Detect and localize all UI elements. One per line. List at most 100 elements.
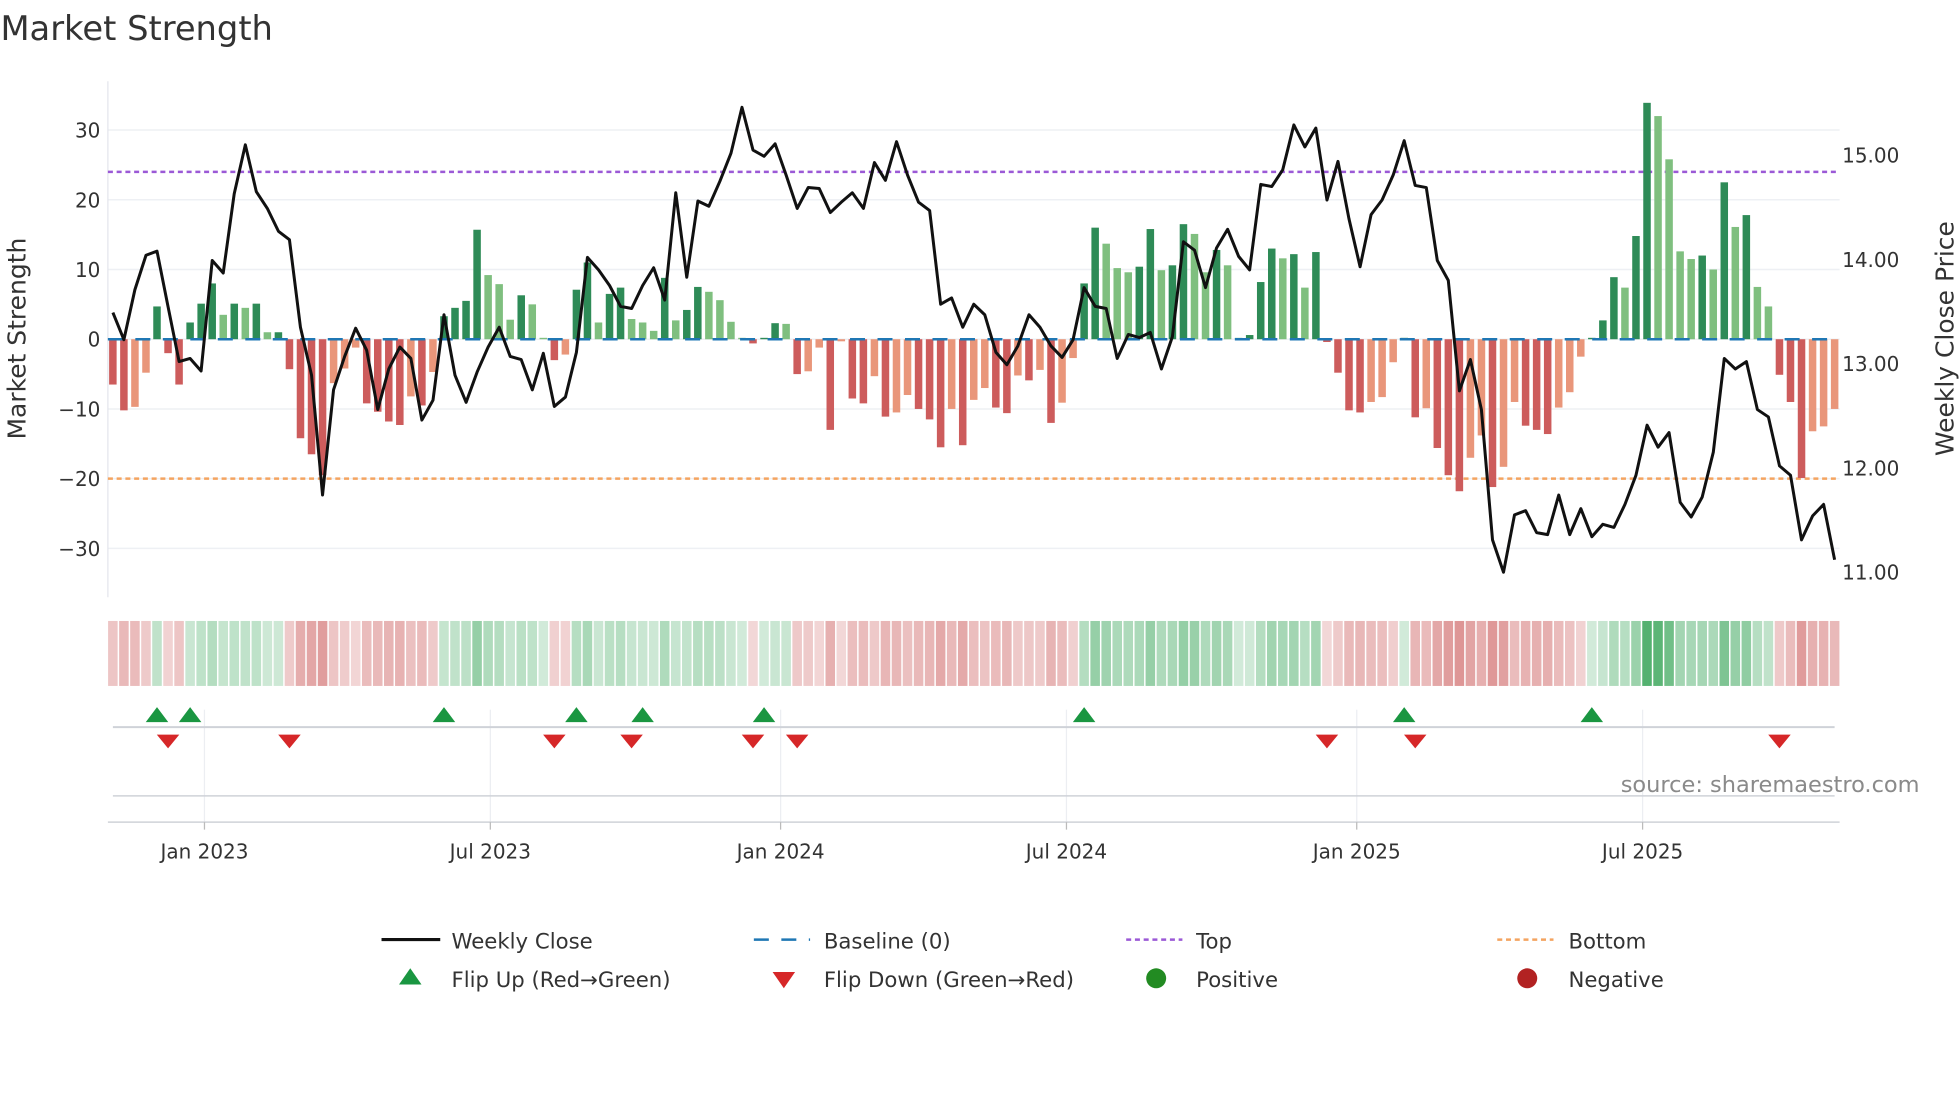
strength-bar-negative xyxy=(429,339,437,372)
strip-cell xyxy=(792,620,802,686)
strength-bar-positive xyxy=(186,322,194,340)
flip-down-marker xyxy=(1403,734,1427,749)
strength-bar-positive xyxy=(1764,306,1773,340)
strip-cell xyxy=(428,620,438,686)
strength-bar-positive xyxy=(484,275,492,340)
strength-bar-negative xyxy=(1047,339,1055,423)
flip-up-marker xyxy=(178,707,202,723)
flip-down-marker xyxy=(156,734,180,749)
strength-bar-positive xyxy=(1256,282,1265,340)
strength-bar-positive xyxy=(1268,248,1276,340)
strip-cell xyxy=(339,620,350,686)
strip-cell xyxy=(1818,620,1829,686)
strength-bar-negative xyxy=(1378,339,1386,398)
strip-cell xyxy=(1222,620,1233,686)
left-axis-ticks: 30 20 10 0 −10 −20 −30 xyxy=(58,119,100,561)
flip-up-marker xyxy=(1392,707,1416,723)
strip-cell xyxy=(207,620,217,686)
flip-up-marker xyxy=(1072,707,1096,723)
strip-cell xyxy=(130,620,140,686)
strength-bar-negative xyxy=(1466,339,1475,458)
strength-bar-positive xyxy=(1279,258,1287,340)
strength-bar-positive xyxy=(1113,268,1121,340)
strength-bar-positive xyxy=(1720,182,1729,340)
strip-cell xyxy=(1785,620,1796,686)
strength-bar-negative xyxy=(561,339,570,355)
strip-cell xyxy=(902,620,913,686)
strength-bar-positive xyxy=(1146,229,1155,340)
strip-cell xyxy=(1609,620,1619,686)
flip-up-marker xyxy=(631,707,654,723)
strength-bar-negative xyxy=(859,339,868,404)
strip-cell xyxy=(814,620,825,686)
strength-bar-positive xyxy=(451,307,459,340)
strip-cell xyxy=(1553,620,1564,686)
strip-cell xyxy=(1443,620,1454,686)
left-axis-label: Market Strength xyxy=(2,238,31,440)
strength-bar-negative xyxy=(1775,339,1784,375)
strip-cell xyxy=(527,620,538,686)
strip-cell xyxy=(1189,620,1200,686)
strength-bar-positive xyxy=(638,322,647,340)
strength-heat-strip xyxy=(108,620,1840,686)
strength-bar-positive xyxy=(1312,252,1320,340)
strength-bar-negative xyxy=(351,339,360,348)
strip-cell xyxy=(1730,620,1741,686)
x-tick-label: Jan 2023 xyxy=(158,839,248,863)
legend-flip-down-label: Flip Down (Green→Red) xyxy=(824,968,1074,993)
strip-cell xyxy=(1410,620,1421,686)
strength-bar-negative xyxy=(1797,339,1806,478)
strip-cell xyxy=(825,620,836,686)
strip-cell xyxy=(582,620,593,686)
strip-cell xyxy=(384,620,394,686)
strip-cell xyxy=(1388,620,1398,686)
strip-cell xyxy=(1664,620,1674,686)
flip-down-marker xyxy=(620,734,643,749)
strip-cell xyxy=(1013,620,1023,686)
strip-cell xyxy=(1642,620,1652,686)
strength-bar-negative xyxy=(1566,339,1574,393)
strip-cell xyxy=(395,620,405,686)
strip-cell xyxy=(1145,620,1156,686)
legend-positive-label: Positive xyxy=(1196,968,1278,993)
strip-cell xyxy=(1134,620,1145,686)
right-axis-ticks: 15.00 14.00 13.00 12.00 11.00 xyxy=(1842,144,1899,585)
strip-cell xyxy=(1123,620,1134,686)
strength-bar-negative xyxy=(164,339,172,354)
strip-cell xyxy=(1587,620,1597,686)
strength-bar-positive xyxy=(1632,236,1640,340)
strength-bar-positive xyxy=(727,321,735,340)
strength-bar-positive xyxy=(1731,226,1740,340)
strength-bar-negative xyxy=(804,339,812,372)
strip-cell xyxy=(1719,620,1730,686)
strength-bar-negative xyxy=(981,339,989,389)
strip-cell xyxy=(1796,620,1807,686)
strip-cell xyxy=(1399,620,1409,686)
strip-cell xyxy=(869,620,880,686)
strip-cell xyxy=(1520,620,1531,686)
legend: Weekly Close Baseline (0) Top Bottom Fli… xyxy=(381,929,1664,993)
strip-cell xyxy=(980,620,990,686)
strip-cell xyxy=(494,620,504,686)
strip-cell xyxy=(549,620,560,686)
y-tick-label: −20 xyxy=(58,467,100,491)
strength-bar-negative xyxy=(1025,339,1033,381)
strip-cell xyxy=(1300,620,1310,686)
strip-cell xyxy=(108,620,118,686)
flip-down-marker xyxy=(543,734,566,749)
strip-cell xyxy=(737,620,747,686)
strength-bar-positive xyxy=(1290,254,1298,340)
strip-cell xyxy=(1774,620,1785,686)
strip-cell xyxy=(748,620,758,686)
strip-cell xyxy=(946,620,957,686)
strip-cell xyxy=(1057,620,1067,686)
y-tick-label: 30 xyxy=(75,119,100,143)
strength-bar-negative xyxy=(1577,339,1585,357)
flip-down-marker xyxy=(1315,734,1339,749)
strip-cell xyxy=(637,620,648,686)
strip-cell xyxy=(1178,620,1189,686)
strength-bar-negative xyxy=(120,339,128,411)
strip-cell xyxy=(152,620,162,686)
strip-cell xyxy=(593,620,604,686)
strength-bar-positive xyxy=(241,307,250,340)
